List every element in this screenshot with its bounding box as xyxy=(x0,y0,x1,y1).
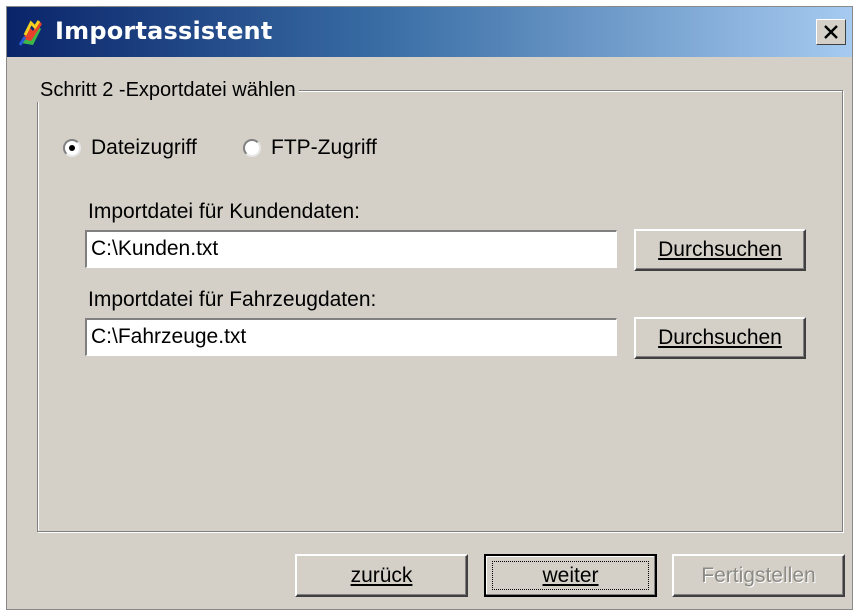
radio-file-access[interactable]: Dateizugriff xyxy=(63,133,197,163)
import-wizard-dialog: Importassistent Schritt 2 -Exportdatei w… xyxy=(6,6,853,610)
back-label: zurück xyxy=(350,563,413,587)
finish-button[interactable]: Fertigstellen xyxy=(672,554,845,597)
close-button[interactable] xyxy=(816,19,846,45)
browse-vehicle-label: Durchsuchen xyxy=(658,326,782,349)
import-wizard-icon xyxy=(18,20,42,46)
radio-button-checked[interactable] xyxy=(63,139,81,157)
radio-label-ftp-access: FTP-Zugriff xyxy=(271,136,377,159)
focus-rectangle xyxy=(492,561,649,590)
browse-customer-button[interactable]: Durchsuchen xyxy=(634,229,806,271)
back-button[interactable]: zurück xyxy=(295,554,468,597)
radio-label-file-access: Dateizugriff xyxy=(91,136,197,159)
customer-file-input[interactable]: C:\Kunden.txt xyxy=(85,230,617,268)
window-title: Importassistent xyxy=(55,17,273,45)
title-bar[interactable]: Importassistent xyxy=(7,7,852,57)
close-icon xyxy=(824,25,838,39)
customer-file-label: Importdatei für Kundendaten: xyxy=(88,200,361,223)
step-legend: Schritt 2 -Exportdatei wählen xyxy=(37,79,299,102)
browse-customer-label: Durchsuchen xyxy=(658,238,782,261)
browse-vehicle-button[interactable]: Durchsuchen xyxy=(634,317,806,359)
vehicle-file-label: Importdatei für Fahrzeugdaten: xyxy=(88,288,377,311)
next-button[interactable]: weiter xyxy=(484,554,657,597)
radio-button-unchecked[interactable] xyxy=(243,139,261,157)
finish-label: Fertigstellen xyxy=(701,563,816,587)
vehicle-file-input[interactable]: C:\Fahrzeuge.txt xyxy=(85,318,617,356)
radio-ftp-access[interactable]: FTP-Zugriff xyxy=(243,133,377,163)
